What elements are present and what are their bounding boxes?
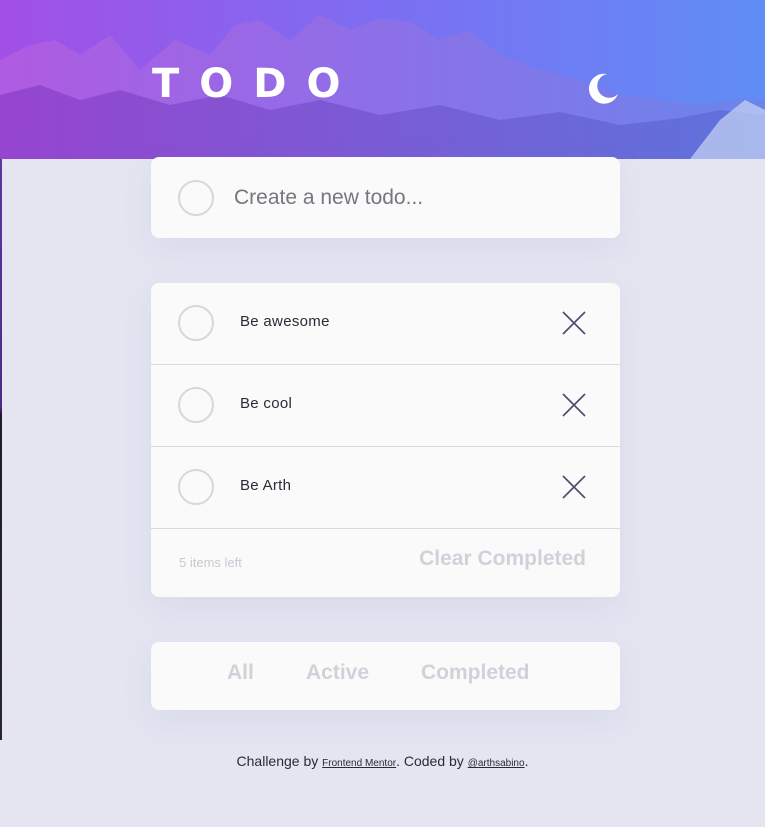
items-left-count: 5 items left (179, 555, 242, 570)
filter-active-button[interactable]: Active (306, 661, 369, 685)
todo-list-card: Be awesome Be cool Be Arth 5 items left … (151, 283, 620, 597)
todo-text: Be awesome (240, 313, 330, 330)
new-todo-card (151, 157, 620, 238)
cross-icon (562, 475, 586, 499)
mountain-background-image (0, 15, 765, 159)
header-banner: TODO (0, 0, 765, 159)
theme-toggle-button[interactable] (586, 72, 620, 106)
app-title: TODO (152, 61, 361, 107)
cross-icon (562, 393, 586, 417)
cross-icon (562, 311, 586, 335)
attribution: Challenge by Frontend Mentor. Coded by @… (0, 753, 765, 769)
todo-item: Be awesome (151, 283, 620, 365)
todo-checkbox-circle-icon[interactable] (178, 469, 214, 505)
todo-checkbox-circle-icon[interactable] (178, 305, 214, 341)
clear-completed-button[interactable]: Clear Completed (419, 547, 586, 571)
todo-text: Be Arth (240, 477, 292, 494)
filter-bar: All Active Completed (151, 642, 620, 710)
author-link[interactable]: @arthsabino (468, 758, 525, 769)
todo-checkbox-circle-icon[interactable] (178, 387, 214, 423)
frontend-mentor-link[interactable]: Frontend Mentor (322, 758, 396, 769)
delete-todo-button[interactable] (561, 392, 587, 418)
new-todo-circle-checkbox-icon[interactable] (178, 180, 214, 216)
attribution-suffix: . (524, 753, 529, 769)
delete-todo-button[interactable] (561, 474, 587, 500)
moon-icon (588, 73, 618, 104)
new-todo-input[interactable] (232, 179, 596, 217)
filter-completed-button[interactable]: Completed (421, 661, 530, 685)
todo-item: Be cool (151, 365, 620, 447)
todo-text: Be cool (240, 395, 293, 412)
attribution-middle: . Coded by (396, 753, 468, 769)
list-footer: 5 items left Clear Completed (151, 529, 620, 597)
todo-item: Be Arth (151, 447, 620, 529)
delete-todo-button[interactable] (561, 310, 587, 336)
filter-all-button[interactable]: All (227, 661, 254, 685)
attribution-prefix: Challenge by (236, 753, 323, 769)
